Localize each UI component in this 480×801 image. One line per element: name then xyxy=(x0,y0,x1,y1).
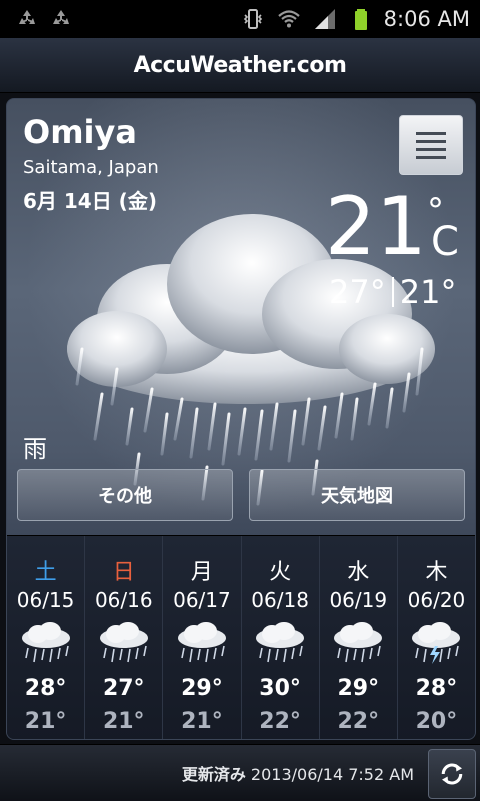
day-of-week: 木 xyxy=(425,560,448,585)
rain-cloud-icon xyxy=(334,622,383,663)
day-of-week: 火 xyxy=(269,560,292,585)
city-name: Omiya xyxy=(23,113,137,151)
current-date: 6月 14日 (金) xyxy=(23,189,157,213)
rain-cloud-icon xyxy=(21,622,70,663)
forecast-high: 29° xyxy=(181,676,223,701)
forecast-high: 28° xyxy=(415,676,458,701)
forecast-day[interactable]: 水 06/19 29° 22° xyxy=(320,536,398,739)
low-temperature: 21° xyxy=(399,273,457,311)
forecast-high: 30° xyxy=(259,676,301,701)
forecast-date: 06/20 xyxy=(407,588,466,612)
forecast-day[interactable]: 木 06/20 28° 20° xyxy=(398,536,475,739)
forecast-high: 27° xyxy=(102,676,145,701)
rain-cloud-icon xyxy=(99,622,148,663)
forecast-low: 21° xyxy=(181,709,223,734)
refresh-icon xyxy=(441,763,463,785)
more-info-button[interactable]: その他 xyxy=(17,469,233,521)
divider xyxy=(391,277,394,307)
high-temperature: 27° xyxy=(329,273,386,311)
forecast-low: 22° xyxy=(259,709,301,734)
menu-icon-line xyxy=(416,155,446,159)
recycle-icon xyxy=(53,10,69,24)
app-header: AccuWeather.com xyxy=(0,38,480,93)
menu-icon-line xyxy=(416,147,446,151)
forecast-high: 29° xyxy=(337,676,380,701)
recycle-icon xyxy=(19,10,35,24)
vibrate-icon xyxy=(243,9,262,29)
day-of-week: 日 xyxy=(112,560,135,585)
forecast-low: 20° xyxy=(415,709,458,734)
footer-bar: 更新済み 2013/06/14 7:52 AM xyxy=(0,744,480,801)
forecast-date: 06/15 xyxy=(16,588,75,612)
weather-map-button[interactable]: 天気地図 xyxy=(249,469,465,521)
forecast-strip: 土 06/15 28° 21° 日 06/16 27° 21° 月 06/17 xyxy=(7,535,475,739)
forecast-high: 28° xyxy=(24,676,67,701)
menu-icon-line xyxy=(416,131,446,135)
day-of-week: 土 xyxy=(34,560,57,585)
wifi-icon xyxy=(277,10,300,28)
rain-cloud-icon xyxy=(256,622,305,663)
day-of-week: 水 xyxy=(347,560,370,585)
app-logo: AccuWeather.com xyxy=(133,52,347,78)
rain-cloud-icon xyxy=(177,622,226,663)
updated-label: 更新済み xyxy=(181,765,246,784)
menu-button[interactable] xyxy=(399,115,463,175)
forecast-day[interactable]: 月 06/17 29° 21° xyxy=(163,536,242,739)
menu-icon-line xyxy=(416,139,446,143)
forecast-day[interactable]: 土 06/15 28° 21° xyxy=(7,536,86,739)
last-updated: 更新済み 2013/06/14 7:52 AM xyxy=(182,761,414,785)
temperature-unit: C xyxy=(431,219,459,265)
updated-time: 2013/06/14 7:52 AM xyxy=(250,765,414,784)
current-weather-panel: Omiya Saitama, Japan 6月 14日 (金) 21 ° C 2… xyxy=(6,98,476,740)
forecast-date: 06/18 xyxy=(251,588,309,612)
forecast-day[interactable]: 火 06/18 30° 22° xyxy=(242,536,320,739)
current-temperature: 21 xyxy=(325,180,427,273)
status-bar: 8:06 AM xyxy=(0,0,480,38)
battery-icon xyxy=(354,9,367,30)
refresh-button[interactable] xyxy=(428,749,476,799)
forecast-day[interactable]: 日 06/16 27° 21° xyxy=(85,536,164,739)
forecast-low: 21° xyxy=(102,709,145,734)
signal-icon xyxy=(314,9,335,29)
forecast-date: 06/16 xyxy=(94,588,153,612)
forecast-low: 21° xyxy=(24,709,67,734)
weather-condition: 雨 xyxy=(23,435,47,463)
thunderstorm-cloud-icon xyxy=(412,622,461,664)
clock: 8:06 AM xyxy=(383,7,470,31)
day-of-week: 月 xyxy=(190,560,213,585)
forecast-date: 06/19 xyxy=(329,588,388,612)
forecast-low: 22° xyxy=(337,709,380,734)
high-low-temperature: 27° 21° xyxy=(329,273,456,311)
region-name: Saitama, Japan xyxy=(23,157,159,178)
forecast-date: 06/17 xyxy=(173,588,231,612)
